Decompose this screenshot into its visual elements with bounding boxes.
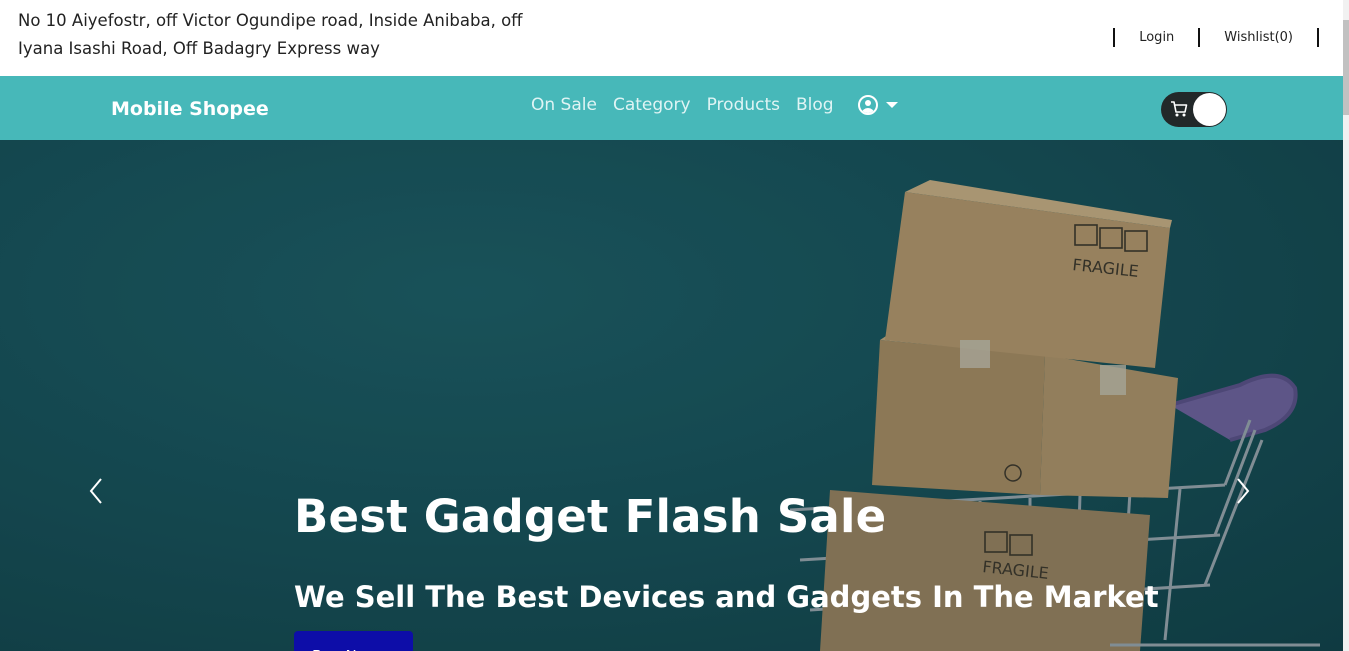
scrollbar-thumb[interactable] bbox=[1343, 20, 1349, 115]
brand-logo[interactable]: Mobile Shopee bbox=[111, 98, 269, 120]
wishlist-link[interactable]: Wishlist(0) bbox=[1200, 30, 1317, 45]
hero-carousel: FRAGILE FRAGILE Best Gadget Flash Sale W… bbox=[0, 140, 1343, 651]
page-scrollbar[interactable] bbox=[1343, 0, 1349, 651]
divider bbox=[1317, 27, 1319, 47]
main-navbar: Mobile Shopee On Sale Category Products … bbox=[0, 76, 1343, 140]
nav-link-on-sale[interactable]: On Sale bbox=[531, 95, 597, 115]
toggle-knob bbox=[1193, 93, 1226, 126]
shopping-cart-icon bbox=[1171, 101, 1188, 117]
nav-link-blog[interactable]: Blog bbox=[796, 95, 834, 115]
user-circle-icon bbox=[857, 95, 878, 115]
store-address: No 10 Aiyefostr, off Victor Ogundipe roa… bbox=[18, 11, 523, 58]
buy-now-button[interactable]: Buy Now bbox=[294, 631, 413, 651]
login-link[interactable]: Login bbox=[1115, 30, 1198, 45]
chevron-right-icon[interactable] bbox=[1230, 475, 1254, 507]
hero-image-boxes-cart: FRAGILE FRAGILE bbox=[0, 140, 1343, 651]
chevron-left-icon[interactable] bbox=[85, 475, 109, 507]
account-links: Login Wishlist(0) bbox=[1113, 26, 1319, 48]
caret-down-icon bbox=[885, 102, 898, 108]
user-menu-dropdown[interactable] bbox=[857, 95, 898, 115]
nav-link-products[interactable]: Products bbox=[707, 95, 780, 115]
top-bar: No 10 Aiyefostr, off Victor Ogundipe roa… bbox=[0, 0, 1343, 76]
nav-links: On Sale Category Products Blog bbox=[531, 95, 898, 115]
hero-subtitle: We Sell The Best Devices and Gadgets In … bbox=[294, 580, 1159, 614]
hero-title: Best Gadget Flash Sale bbox=[294, 490, 887, 543]
cart-toggle-button[interactable] bbox=[1161, 92, 1227, 127]
nav-link-category[interactable]: Category bbox=[613, 95, 691, 115]
